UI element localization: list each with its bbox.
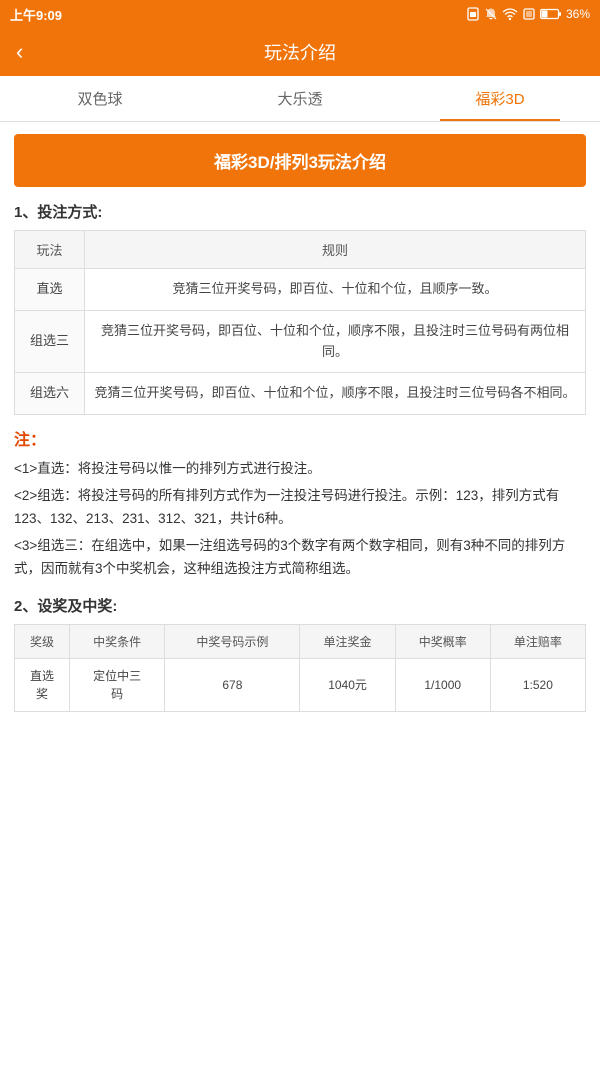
- award-level: 直选奖: [15, 659, 70, 712]
- play-rule-zuoxuanliu: 竞猜三位开奖号码，即百位、十位和个位，顺序不限，且投注时三位号码各不相同。: [85, 373, 586, 415]
- col-header-play: 玩法: [15, 231, 85, 269]
- award-prize: 1040元: [300, 659, 395, 712]
- status-bar: 上午9:09 36%: [0, 0, 600, 28]
- section2-title: 2、设奖及中奖:: [14, 595, 586, 616]
- col-header-rule: 规则: [85, 231, 586, 269]
- screenshot-icon: [522, 7, 536, 21]
- table-row: 直选 竞猜三位开奖号码，即百位、十位和个位，且顺序一致。: [15, 269, 586, 311]
- banner-text: 福彩3D/排列3玩法介绍: [214, 153, 386, 172]
- tab-shuangseqiu[interactable]: 双色球: [0, 76, 200, 121]
- award-odds: 1/1000: [395, 659, 490, 712]
- section1-title: 1、投注方式:: [14, 201, 586, 222]
- award-example: 678: [165, 659, 300, 712]
- award-col-payout: 单注赔率: [490, 625, 585, 659]
- award-col-example: 中奖号码示例: [165, 625, 300, 659]
- award-col-level: 奖级: [15, 625, 70, 659]
- award-col-prize: 单注奖金: [300, 625, 395, 659]
- note-item-2: <2>组选：将投注号码的所有排列方式作为一注投注号码进行投注。示例：123，排列…: [14, 485, 586, 531]
- table-row: 组选六 竞猜三位开奖号码，即百位、十位和个位，顺序不限，且投注时三位号码各不相同…: [15, 373, 586, 415]
- tabs-container: 双色球 大乐透 福彩3D: [0, 76, 600, 122]
- bell-off-icon: [484, 7, 498, 21]
- play-rule-zhixuan: 竞猜三位开奖号码，即百位、十位和个位，且顺序一致。: [85, 269, 586, 311]
- award-col-condition: 中奖条件: [70, 625, 165, 659]
- page-title: 玩法介绍: [264, 39, 336, 65]
- sim-icon: [466, 7, 480, 21]
- award-table-row: 直选奖 定位中三码 678 1040元 1/1000 1:520: [15, 659, 586, 712]
- battery-percent: 36%: [566, 7, 590, 21]
- battery-icon: [540, 8, 562, 20]
- main-content: 福彩3D/排列3玩法介绍 1、投注方式: 玩法 规则 直选 竞猜三位开奖号码，即…: [0, 122, 600, 724]
- status-icons: 36%: [466, 7, 590, 21]
- note-item-1: <1>直选：将投注号码以惟一的排列方式进行投注。: [14, 458, 586, 481]
- play-method-table: 玩法 规则 直选 竞猜三位开奖号码，即百位、十位和个位，且顺序一致。 组选三 竞…: [14, 230, 586, 415]
- play-rule-zuoxuansan: 竞猜三位开奖号码，即百位、十位和个位，顺序不限，且投注时三位号码有两位相同。: [85, 310, 586, 373]
- award-condition: 定位中三码: [70, 659, 165, 712]
- banner: 福彩3D/排列3玩法介绍: [14, 134, 586, 187]
- nav-header: ‹ 玩法介绍: [0, 28, 600, 76]
- status-time: 上午9:09: [10, 5, 62, 24]
- back-button[interactable]: ‹: [16, 39, 23, 65]
- notes-section: 注： <1>直选：将投注号码以惟一的排列方式进行投注。 <2>组选：将投注号码的…: [14, 427, 586, 581]
- play-name-zuoxuanliu: 组选六: [15, 373, 85, 415]
- award-payout: 1:520: [490, 659, 585, 712]
- tab-fucai3d[interactable]: 福彩3D: [400, 76, 600, 121]
- wifi-icon: [502, 7, 518, 21]
- notes-title: 注：: [14, 427, 586, 454]
- note-item-3: <3>组选三：在组选中，如果一注组选号码的3个数字有两个数字相同，则有3种不同的…: [14, 535, 586, 581]
- tab-daletou[interactable]: 大乐透: [200, 76, 400, 121]
- table-row: 组选三 竞猜三位开奖号码，即百位、十位和个位，顺序不限，且投注时三位号码有两位相…: [15, 310, 586, 373]
- play-name-zuoxuansan: 组选三: [15, 310, 85, 373]
- award-table: 奖级 中奖条件 中奖号码示例 单注奖金 中奖概率 单注赔率 直选奖 定位中三码 …: [14, 624, 586, 712]
- play-name-zhixuan: 直选: [15, 269, 85, 311]
- award-col-odds: 中奖概率: [395, 625, 490, 659]
